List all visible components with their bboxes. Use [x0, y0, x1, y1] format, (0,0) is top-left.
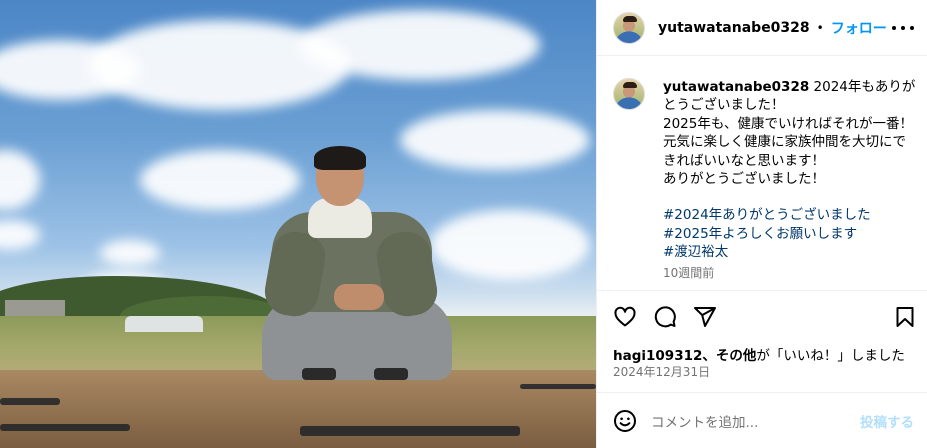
mulch-strip — [300, 426, 520, 436]
mulch-strip — [0, 398, 60, 405]
cloud — [100, 240, 160, 266]
comment-bar: コメントを追加... 投稿する — [597, 392, 927, 448]
comment-input[interactable]: コメントを追加... — [651, 411, 860, 431]
share-icon[interactable] — [693, 305, 717, 329]
caption-text: yutawatanabe0328 2024年もありがとうございました！ 2025… — [663, 78, 916, 290]
time-ago[interactable]: 10週間前 — [663, 264, 916, 282]
cloud — [0, 150, 40, 210]
liked-by-text: が「いいね！」しました — [756, 348, 905, 364]
post-photo[interactable] — [0, 0, 596, 448]
avatar[interactable] — [613, 78, 645, 110]
hashtag-link[interactable]: #渡辺裕太 — [663, 243, 916, 261]
greenhouse — [125, 316, 203, 332]
more-icon[interactable] — [892, 18, 914, 38]
person — [261, 146, 458, 386]
follow-button[interactable]: フォロー — [831, 18, 887, 38]
separator-dot: • — [816, 20, 824, 35]
caption-line: 元気に楽しく健康に家族仲間を大切にできればいいなと思います！ — [663, 134, 906, 169]
caption-line: ありがとうございました！ — [663, 171, 825, 188]
action-bar — [597, 290, 927, 340]
likes-summary: hagi109312、その他が「いいね！」しました — [613, 344, 905, 364]
post-comment-button[interactable]: 投稿する — [860, 411, 914, 431]
cloud — [300, 10, 540, 80]
post-date[interactable]: 2024年12月31日 — [613, 363, 710, 380]
mulch-strip — [520, 384, 596, 389]
hashtag-link[interactable]: #2025年よろしくお願いします — [663, 225, 916, 243]
heart-icon[interactable] — [613, 305, 637, 329]
post-side-panel: yutawatanabe0328 • フォロー yutawatanabe0328… — [596, 0, 927, 448]
bookmark-icon[interactable] — [893, 305, 917, 329]
caption: yutawatanabe0328 2024年もありがとうございました！ 2025… — [597, 56, 927, 290]
liked-by-others[interactable]: 、その他 — [702, 348, 756, 364]
caption-line: 2025年も、健康でいければそれが一番！ — [663, 115, 913, 132]
comment-icon[interactable] — [653, 305, 677, 329]
mulch-strip — [0, 424, 130, 431]
post-header: yutawatanabe0328 • フォロー — [597, 0, 927, 56]
caption-username[interactable]: yutawatanabe0328 — [663, 79, 809, 95]
liked-by-user[interactable]: hagi109312 — [613, 348, 702, 364]
hashtag-link[interactable]: #2024年ありがとうございました — [663, 206, 916, 224]
cloud — [0, 220, 40, 250]
username-link[interactable]: yutawatanabe0328 — [658, 20, 810, 36]
avatar[interactable] — [613, 11, 645, 44]
emoji-icon[interactable] — [613, 409, 637, 433]
